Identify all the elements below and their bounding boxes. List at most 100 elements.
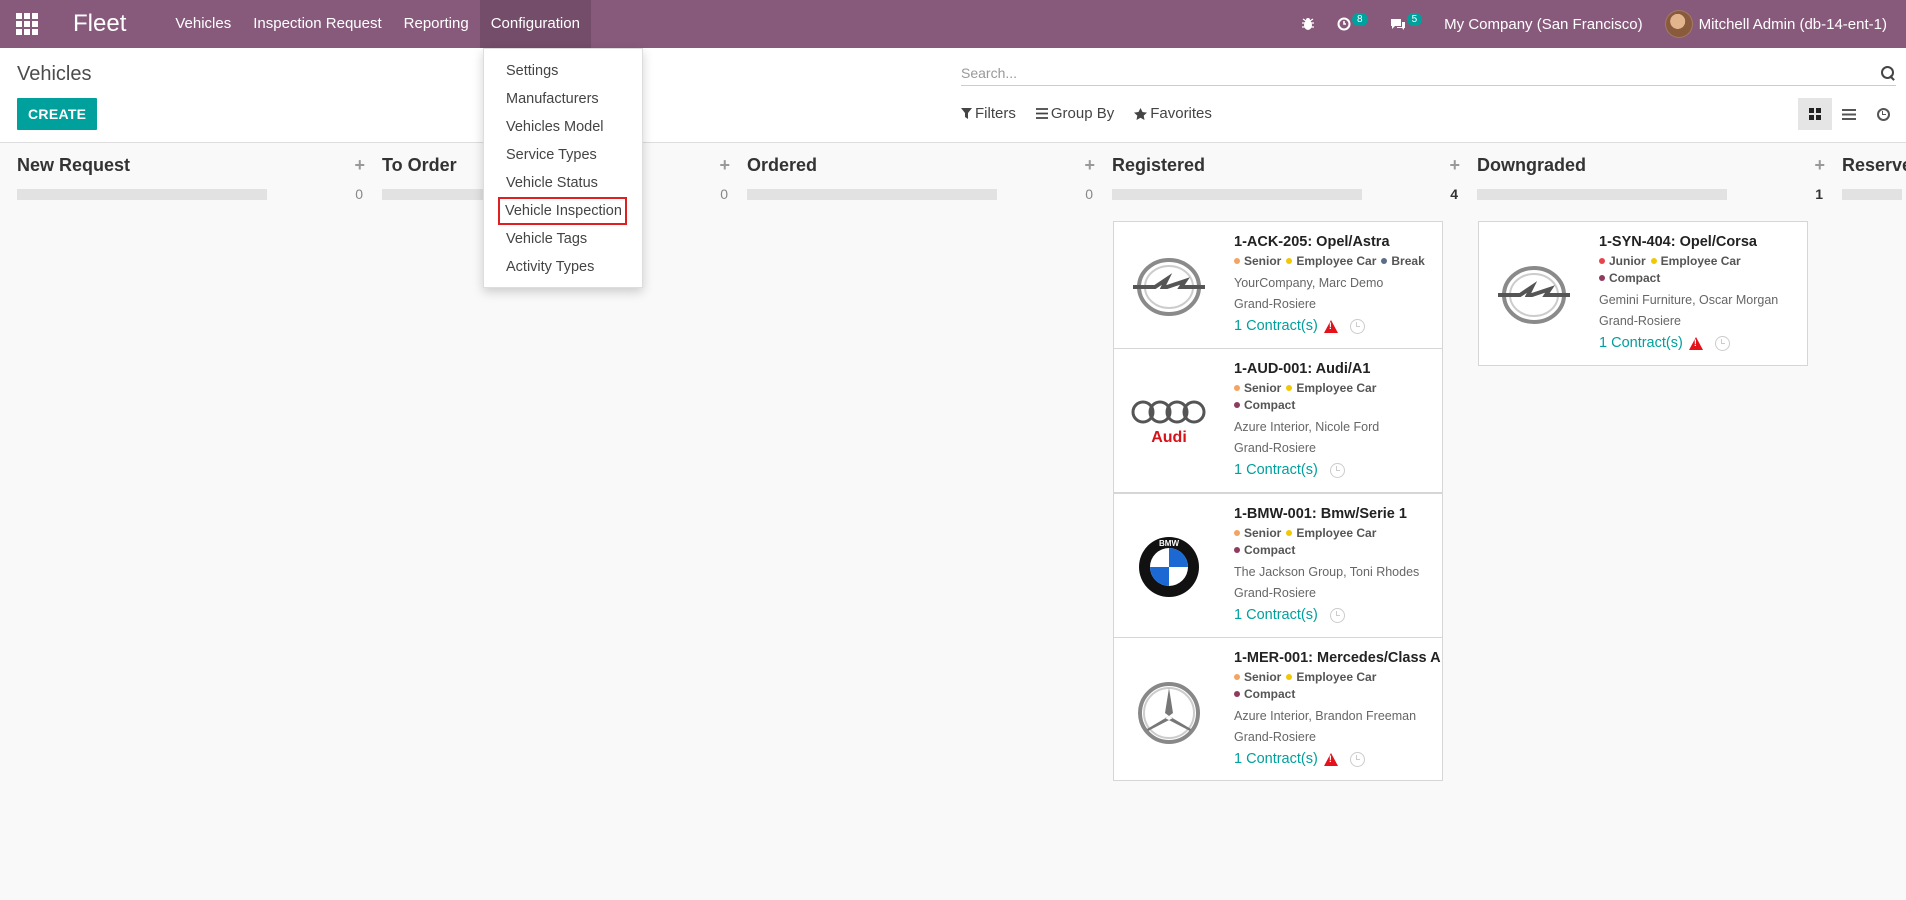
- kanban-board: New Request + 0 To Order + 0 Ordered + 0 Re…: [0, 144, 1906, 900]
- column-count: 4: [1450, 186, 1458, 202]
- kanban-column-registered: Registered + 4: [1112, 144, 1460, 204]
- column-progress-bar[interactable]: [1477, 188, 1727, 200]
- audi-logo: Audi: [1130, 383, 1208, 461]
- apps-menu-icon[interactable]: [0, 0, 54, 48]
- svg-text:BMW: BMW: [1159, 539, 1179, 548]
- filter-icon: [961, 108, 972, 119]
- column-title[interactable]: To Order: [382, 155, 457, 176]
- group-by-button[interactable]: Group By: [1035, 105, 1115, 122]
- debug-bug-icon[interactable]: [1290, 0, 1326, 48]
- column-add-icon[interactable]: +: [1084, 155, 1095, 176]
- menu-vehicles[interactable]: Vehicles: [164, 0, 242, 48]
- tag: Senior: [1234, 525, 1281, 542]
- menu-configuration[interactable]: Configuration: [479, 0, 591, 48]
- list-view-button[interactable]: [1832, 98, 1866, 130]
- company-switcher[interactable]: My Company (San Francisco): [1433, 0, 1653, 48]
- config-menu-settings[interactable]: Settings: [484, 57, 642, 85]
- card-title: 1-MER-001: Mercedes/Class A: [1234, 650, 1441, 666]
- clock-icon: [1337, 17, 1351, 31]
- kanban-view-button[interactable]: [1798, 98, 1832, 130]
- column-progress-bar[interactable]: [1112, 188, 1362, 200]
- search-input[interactable]: [961, 60, 1880, 85]
- vehicle-card[interactable]: 1-ACK-205: Opel/Astra Senior Employee Car…: [1113, 221, 1443, 349]
- card-location: Grand-Rosiere: [1234, 730, 1316, 744]
- column-title[interactable]: Reserve: [1842, 155, 1906, 176]
- column-title[interactable]: Downgraded: [1477, 155, 1586, 176]
- config-menu-vehicles-model[interactable]: Vehicles Model: [484, 113, 642, 141]
- search-options: Filters Group By Favorites: [961, 105, 1212, 122]
- column-add-icon[interactable]: +: [1814, 155, 1825, 176]
- contracts-link[interactable]: 1 Contract(s): [1234, 462, 1318, 478]
- vehicle-card[interactable]: Audi 1-AUD-001: Audi/A1 Senior Employee C…: [1113, 349, 1443, 493]
- activity-view-button[interactable]: [1866, 98, 1900, 130]
- contracts-link[interactable]: 1 Contract(s): [1234, 318, 1318, 334]
- menu-inspection-request[interactable]: Inspection Request: [242, 0, 392, 48]
- contracts-link[interactable]: 1 Contract(s): [1234, 607, 1318, 623]
- column-progress-bar[interactable]: [747, 188, 997, 200]
- column-title[interactable]: Registered: [1112, 155, 1205, 176]
- config-menu-vehicle-status[interactable]: Vehicle Status: [484, 169, 642, 197]
- group-by-label: Group By: [1050, 105, 1115, 122]
- search-icon[interactable]: [1880, 65, 1896, 81]
- card-title: 1-AUD-001: Audi/A1: [1234, 361, 1371, 377]
- warning-icon: [1688, 336, 1703, 350]
- column-add-icon[interactable]: +: [719, 155, 730, 176]
- column-progress-bar[interactable]: [17, 188, 267, 200]
- warning-icon: [1323, 319, 1338, 333]
- kanban-column-downgraded: Downgraded + 1: [1477, 144, 1825, 204]
- opel-logo: [1495, 256, 1573, 334]
- config-menu-activity-types[interactable]: Activity Types: [484, 253, 642, 281]
- card-title: 1-BMW-001: Bmw/Serie 1: [1234, 506, 1407, 522]
- top-navbar: Fleet Vehicles Inspection Request Report…: [0, 0, 1906, 48]
- activity-clock-icon[interactable]: [1714, 335, 1730, 351]
- search-bar: [961, 60, 1896, 86]
- column-title[interactable]: New Request: [17, 155, 130, 176]
- tag: Senior: [1234, 669, 1281, 686]
- kanban-column-reserve: Reserve: [1842, 144, 1906, 204]
- column-add-icon[interactable]: +: [1449, 155, 1460, 176]
- card-title: 1-SYN-404: Opel/Corsa: [1599, 234, 1757, 250]
- column-count: 0: [355, 186, 363, 202]
- favorites-button[interactable]: Favorites: [1134, 105, 1212, 122]
- messages-systray[interactable]: 5: [1379, 0, 1434, 48]
- card-title: 1-ACK-205: Opel/Astra: [1234, 234, 1390, 250]
- app-brand[interactable]: Fleet: [54, 0, 164, 48]
- activity-clock-icon[interactable]: [1349, 318, 1365, 334]
- star-icon: [1134, 107, 1148, 120]
- tag: Break: [1381, 253, 1425, 270]
- vehicle-card[interactable]: 1-SYN-404: Opel/Corsa Junior Employee Car…: [1478, 221, 1808, 366]
- card-location: Grand-Rosiere: [1234, 586, 1316, 600]
- config-menu-vehicle-inspection[interactable]: Vehicle Inspection: [498, 197, 627, 225]
- filters-button[interactable]: Filters: [961, 105, 1016, 122]
- systray: 8 5 My Company (San Francisco) Mitchell …: [1290, 0, 1906, 48]
- column-count: 0: [720, 186, 728, 202]
- warning-icon: [1323, 752, 1338, 766]
- column-progress-bar[interactable]: [1842, 188, 1902, 200]
- config-menu-service-types[interactable]: Service Types: [484, 141, 642, 169]
- tag: Compact: [1234, 686, 1295, 703]
- card-driver: YourCompany, Marc Demo: [1234, 276, 1384, 290]
- activity-clock-icon[interactable]: [1349, 751, 1365, 767]
- config-menu-vehicle-tags[interactable]: Vehicle Tags: [484, 225, 642, 253]
- configuration-dropdown: Settings Manufacturers Vehicles Model Se…: [483, 48, 643, 288]
- contracts-link[interactable]: 1 Contract(s): [1599, 335, 1683, 351]
- create-button[interactable]: CREATE: [17, 98, 98, 130]
- tag: Employee Car: [1650, 253, 1741, 270]
- vehicle-card[interactable]: BMW 1-BMW-001: Bmw/Serie 1 Senior Employe…: [1113, 493, 1443, 638]
- config-menu-manufacturers[interactable]: Manufacturers: [484, 85, 642, 113]
- contracts-link[interactable]: 1 Contract(s): [1234, 751, 1318, 767]
- vehicle-card[interactable]: 1-MER-001: Mercedes/Class A Senior Employ…: [1113, 637, 1443, 781]
- column-add-icon[interactable]: +: [354, 155, 365, 176]
- column-title[interactable]: Ordered: [747, 155, 817, 176]
- tag-list: Senior Employee Car Compact: [1234, 669, 1436, 703]
- avatar: [1664, 10, 1693, 38]
- user-menu[interactable]: Mitchell Admin (db-14-ent-1): [1654, 0, 1898, 48]
- activity-clock-icon[interactable]: [1329, 462, 1345, 478]
- menu-reporting[interactable]: Reporting: [393, 0, 480, 48]
- chat-icon: [1390, 19, 1405, 30]
- favorites-label: Favorites: [1150, 105, 1212, 122]
- column-count: 0: [1085, 186, 1093, 202]
- list-view-icon: [1842, 108, 1856, 120]
- activity-systray[interactable]: 8: [1326, 0, 1379, 48]
- activity-clock-icon[interactable]: [1329, 607, 1345, 623]
